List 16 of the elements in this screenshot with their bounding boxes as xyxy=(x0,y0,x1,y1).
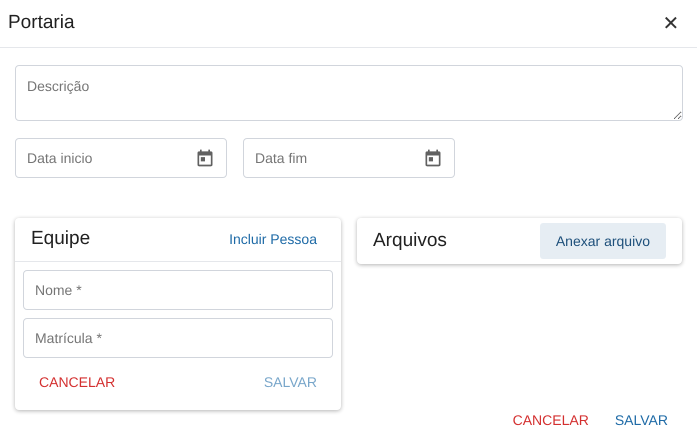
input-field[interactable]: Nome * xyxy=(23,270,333,310)
attach-file-button[interactable]: Anexar arquivo xyxy=(540,223,666,259)
cancel-button[interactable]: CANCELAR xyxy=(31,366,124,398)
description-field[interactable]: Descrição xyxy=(15,65,683,121)
close-button[interactable]: ✕ xyxy=(657,10,685,38)
save-button[interactable]: SALVAR xyxy=(606,404,676,436)
date-field[interactable]: Data fim xyxy=(243,138,455,178)
include-person-link[interactable]: Incluir Pessoa xyxy=(229,229,317,250)
card-title: Equipe xyxy=(31,227,90,252)
date-field[interactable]: Data inicio xyxy=(15,138,227,178)
card-title: Arquivos xyxy=(373,228,447,253)
calendar-icon[interactable] xyxy=(195,148,215,168)
calendar-icon[interactable] xyxy=(423,148,443,168)
dialog-title: Portaria xyxy=(8,11,75,36)
input-field[interactable]: Matrícula * xyxy=(23,318,333,358)
cancel-button[interactable]: CANCELAR xyxy=(504,404,597,436)
